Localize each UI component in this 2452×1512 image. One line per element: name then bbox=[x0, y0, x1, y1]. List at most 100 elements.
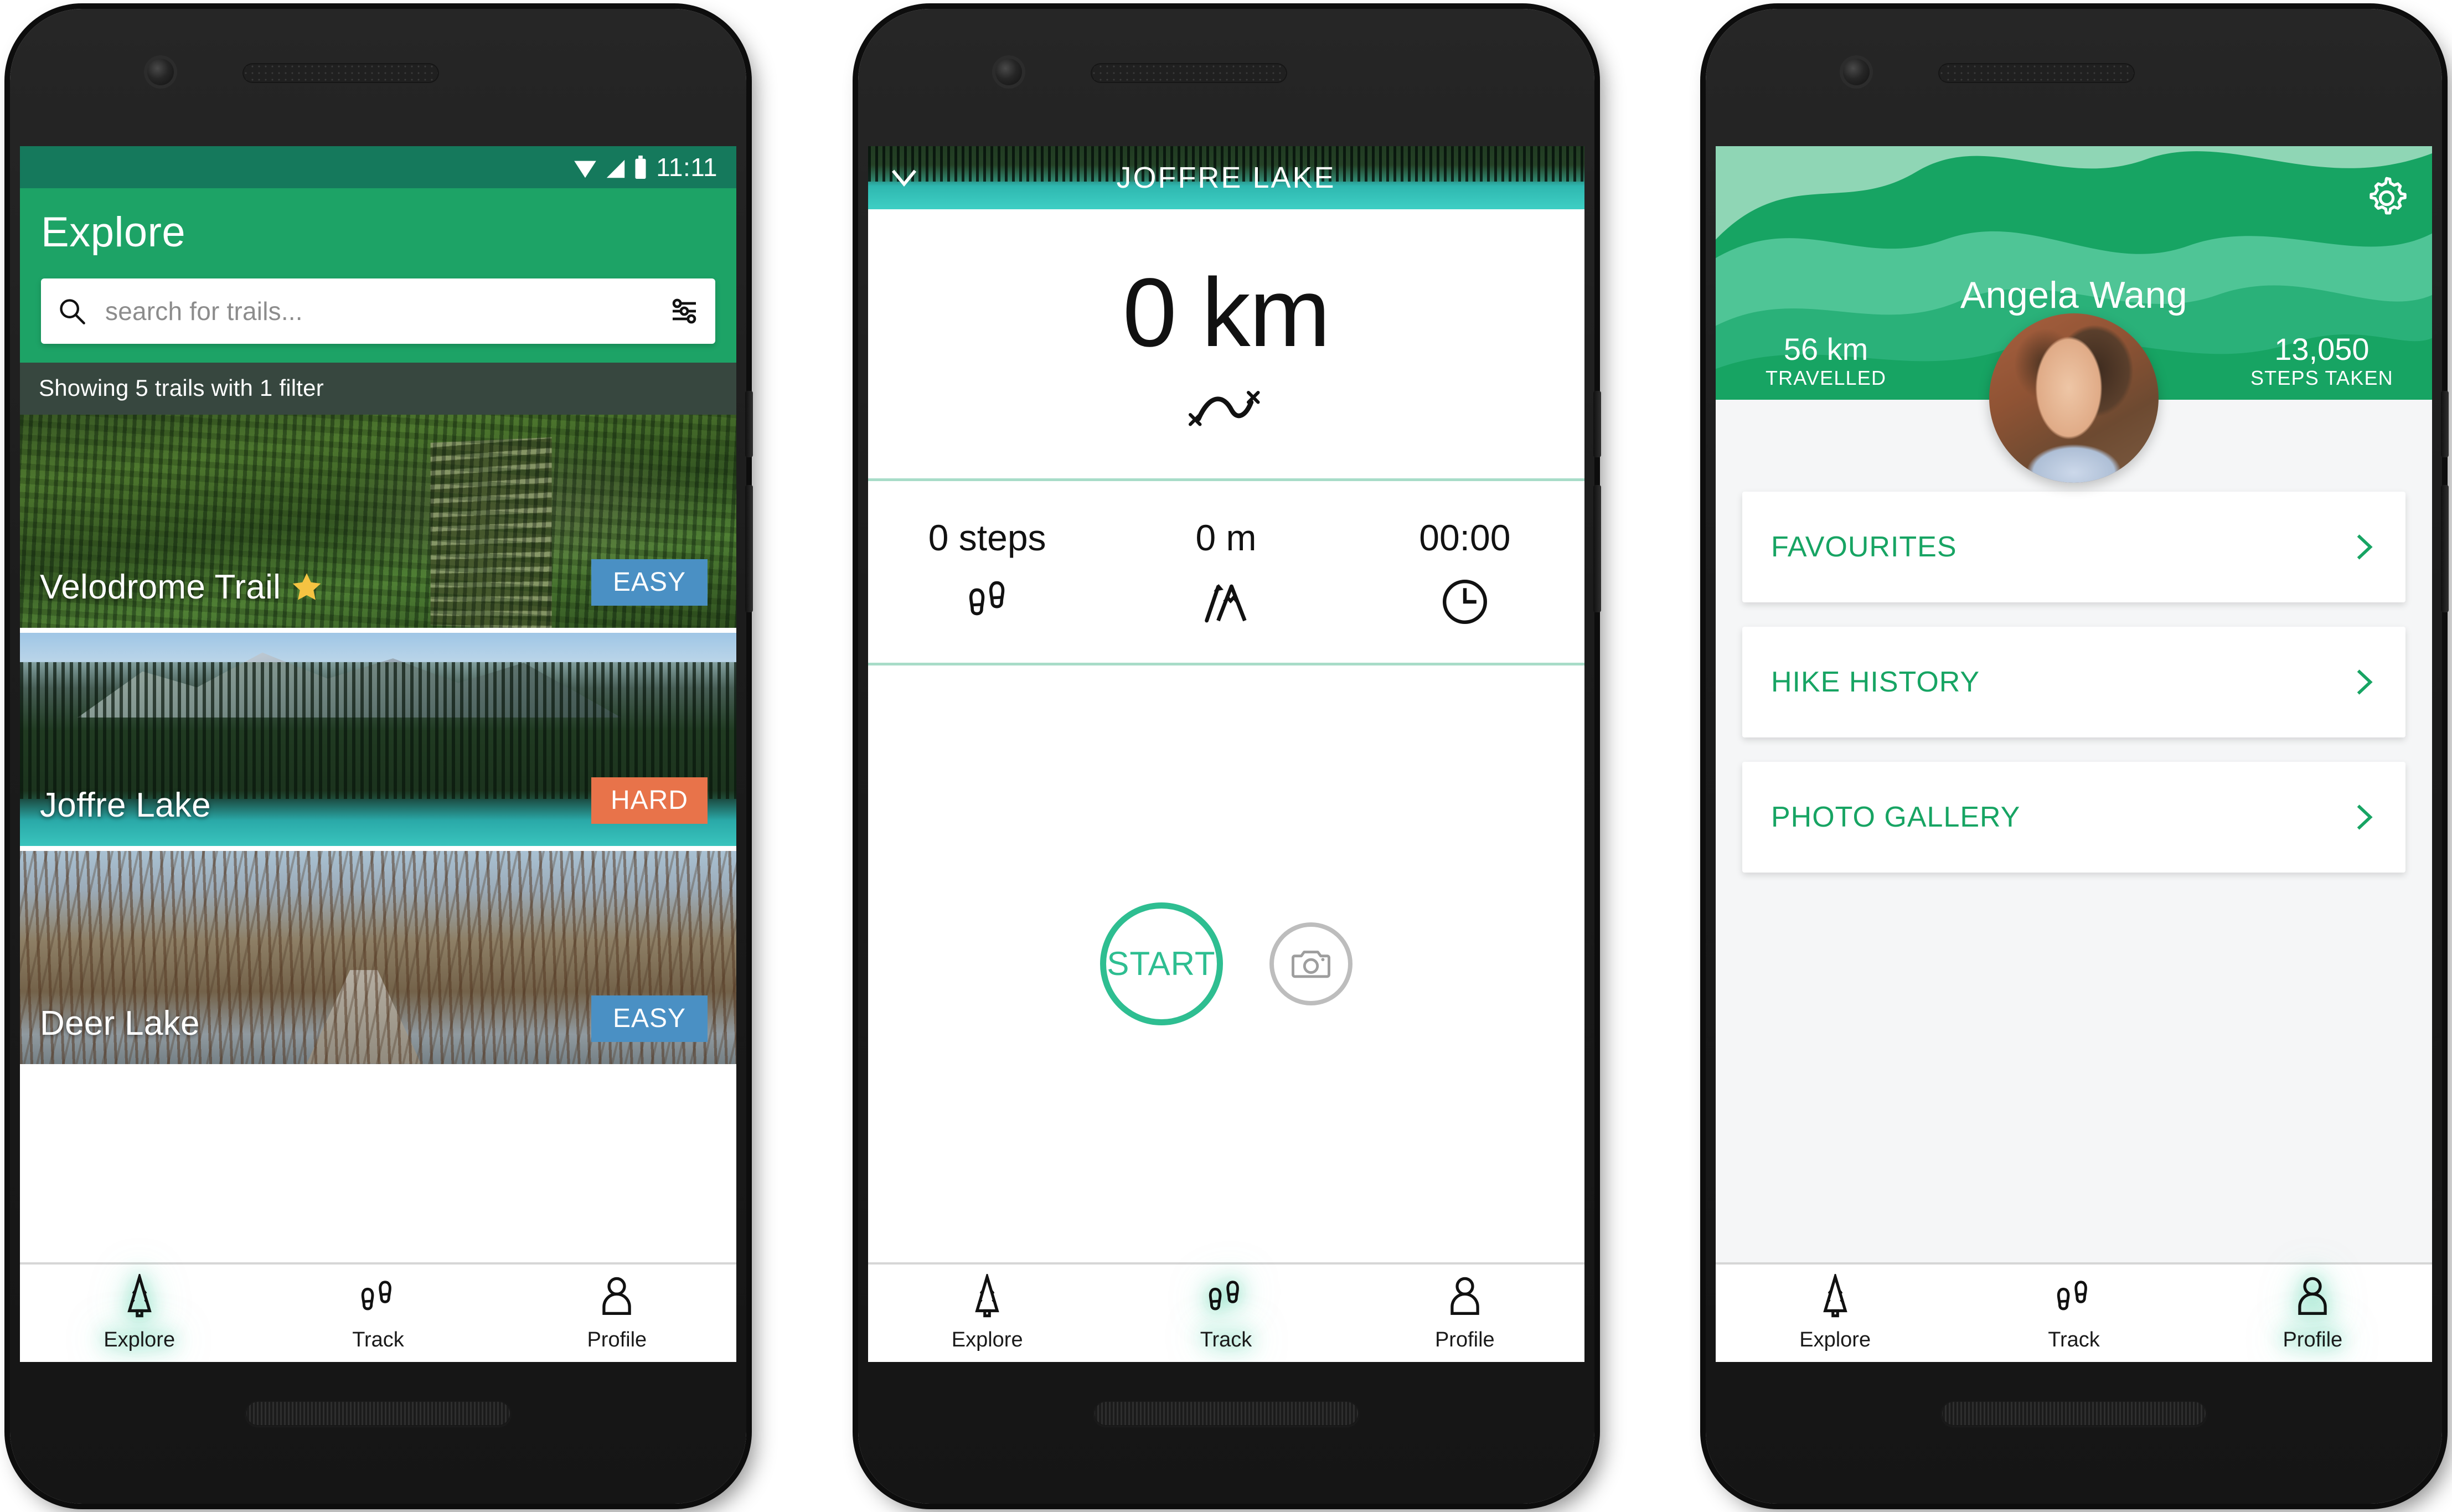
bottom-navigation: Explore Track Profile bbox=[1716, 1262, 2432, 1362]
bottom-speaker-icon bbox=[245, 1401, 511, 1426]
stat-value: 0 steps bbox=[928, 517, 1046, 559]
stat-elevation: 0 m bbox=[1107, 517, 1345, 628]
stats-row: 0 steps 0 m 00:00 bbox=[868, 481, 1584, 665]
start-button[interactable]: START bbox=[1100, 902, 1223, 1025]
trail-card-deer[interactable]: Deer Lake EASY bbox=[20, 851, 736, 1069]
nav-label: Explore bbox=[1799, 1328, 1871, 1352]
tree-icon bbox=[964, 1274, 1010, 1320]
nav-label: Track bbox=[352, 1328, 404, 1352]
front-camera-icon bbox=[995, 59, 1022, 85]
trail-card-velodrome[interactable]: Velodrome Trail EASY bbox=[20, 415, 736, 633]
person-icon bbox=[593, 1274, 640, 1320]
difficulty-badge: EASY bbox=[591, 559, 708, 606]
profile-screen: 11:11 Angela Wang 56 km TRAVELLED 13,050 bbox=[1716, 146, 2432, 1362]
stat-value: 56 km bbox=[1716, 332, 1936, 367]
volume-button[interactable] bbox=[2441, 391, 2449, 457]
nav-item-track[interactable]: Track bbox=[1107, 1274, 1345, 1352]
volume-button[interactable] bbox=[1593, 391, 1601, 457]
nav-label: Track bbox=[1200, 1328, 1252, 1352]
trail-name-row: Deer Lake bbox=[40, 1004, 200, 1043]
bottom-navigation: Explore Track Profile bbox=[868, 1262, 1584, 1362]
nav-item-explore[interactable]: Explore bbox=[868, 1274, 1107, 1352]
status-icons bbox=[573, 156, 647, 179]
difficulty-badge: HARD bbox=[591, 777, 708, 824]
nav-label: Track bbox=[2048, 1328, 2100, 1352]
power-button[interactable] bbox=[1593, 485, 1601, 612]
stat-travelled: 56 km TRAVELLED bbox=[1716, 332, 1936, 390]
stat-time: 00:00 bbox=[1345, 517, 1584, 628]
trail-card-joffre[interactable]: Joffre Lake HARD bbox=[20, 633, 736, 851]
status-time: 11:11 bbox=[656, 154, 717, 180]
profile-name: Angela Wang bbox=[1716, 273, 2432, 317]
action-row: START bbox=[868, 665, 1584, 1262]
trail-list[interactable]: Velodrome Trail EASY Joffre Lake HARD De… bbox=[20, 415, 736, 1262]
nav-item-profile[interactable]: Profile bbox=[1345, 1274, 1584, 1352]
explore-screen: 11:11 Explore search for trails... Showi… bbox=[20, 146, 736, 1362]
nav-item-profile[interactable]: Profile bbox=[2193, 1274, 2432, 1352]
search-bar[interactable]: search for trails... bbox=[41, 278, 715, 344]
track-screen: 11:11 JOFFRE LAKE 0 km bbox=[868, 146, 1584, 1362]
stat-value: 0 m bbox=[1195, 517, 1256, 559]
nav-item-explore[interactable]: Explore bbox=[1716, 1274, 1954, 1352]
trail-name: Velodrome Trail bbox=[40, 567, 281, 607]
elevation-mountain-icon bbox=[1199, 575, 1252, 628]
nav-item-profile[interactable]: Profile bbox=[498, 1274, 736, 1352]
menu-item-favourites[interactable]: FAVOURITES bbox=[1742, 492, 2405, 602]
clock-icon bbox=[1438, 575, 1491, 628]
filter-status-bar: Showing 5 trails with 1 filter bbox=[20, 363, 736, 415]
chevron-down-icon[interactable] bbox=[887, 161, 921, 195]
footsteps-icon bbox=[1202, 1274, 1249, 1320]
volume-button[interactable] bbox=[745, 391, 753, 457]
trail-hero-banner: 11:11 JOFFRE LAKE bbox=[868, 146, 1584, 209]
menu-item-photo-gallery[interactable]: PHOTO GALLERY bbox=[1742, 762, 2405, 873]
stat-value: 00:00 bbox=[1419, 517, 1510, 559]
nav-label: Profile bbox=[2283, 1328, 2342, 1352]
menu-label: PHOTO GALLERY bbox=[1771, 801, 2349, 834]
chevron-right-icon bbox=[2349, 531, 2380, 563]
menu-label: HIKE HISTORY bbox=[1771, 665, 2349, 699]
earpiece-speaker-icon bbox=[1938, 63, 2135, 83]
power-button[interactable] bbox=[745, 485, 753, 612]
footsteps-icon bbox=[961, 575, 1014, 628]
filter-sliders-icon[interactable] bbox=[669, 296, 700, 327]
footsteps-icon bbox=[2051, 1274, 2097, 1320]
nav-label: Explore bbox=[952, 1328, 1023, 1352]
page-title: Explore bbox=[41, 208, 715, 256]
trail-name-row: Joffre Lake bbox=[40, 786, 211, 825]
avatar[interactable] bbox=[1989, 313, 2159, 483]
nav-label: Explore bbox=[104, 1328, 175, 1352]
nav-label: Profile bbox=[1435, 1328, 1495, 1352]
trail-title: JOFFRE LAKE bbox=[921, 161, 1531, 195]
person-icon bbox=[1442, 1274, 1488, 1320]
phone-device-explore: 11:11 Explore search for trails... Showi… bbox=[10, 9, 746, 1504]
person-icon bbox=[2289, 1274, 2336, 1320]
nav-item-track[interactable]: Track bbox=[259, 1274, 497, 1352]
menu-item-hike-history[interactable]: HIKE HISTORY bbox=[1742, 627, 2405, 737]
front-camera-icon bbox=[147, 59, 174, 85]
stat-label: STEPS TAKEN bbox=[2212, 367, 2432, 390]
three-phone-mockup: 11:11 Explore search for trails... Showi… bbox=[0, 0, 2452, 1512]
tree-icon bbox=[116, 1274, 163, 1320]
gear-icon[interactable] bbox=[2363, 175, 2410, 221]
stat-label: TRAVELLED bbox=[1716, 367, 1936, 390]
nav-item-explore[interactable]: Explore bbox=[20, 1274, 259, 1352]
star-icon bbox=[291, 571, 323, 603]
nav-item-track[interactable]: Track bbox=[1954, 1274, 2193, 1352]
hero-app-bar: JOFFRE LAKE bbox=[868, 146, 1584, 209]
trail-name: Deer Lake bbox=[40, 1004, 200, 1043]
power-button[interactable] bbox=[2441, 485, 2449, 612]
signal-icon bbox=[605, 159, 627, 179]
menu-label: FAVOURITES bbox=[1771, 530, 2349, 564]
status-bar: 11:11 bbox=[20, 146, 736, 188]
earpiece-speaker-icon bbox=[1091, 63, 1287, 83]
search-input[interactable]: search for trails... bbox=[86, 296, 669, 326]
phone-device-profile: 11:11 Angela Wang 56 km TRAVELLED 13,050 bbox=[1706, 9, 2442, 1504]
phone-device-track: 11:11 JOFFRE LAKE 0 km bbox=[858, 9, 1594, 1504]
trail-name: Joffre Lake bbox=[40, 786, 211, 825]
bottom-navigation: Explore Track Profile bbox=[20, 1262, 736, 1362]
tree-icon bbox=[1812, 1274, 1859, 1320]
route-squiggle-icon bbox=[1185, 383, 1268, 435]
profile-menu-list: FAVOURITES HIKE HISTORY PHOTO GALLERY bbox=[1716, 400, 2432, 1262]
camera-button[interactable] bbox=[1269, 922, 1353, 1005]
chevron-right-icon bbox=[2349, 802, 2380, 833]
